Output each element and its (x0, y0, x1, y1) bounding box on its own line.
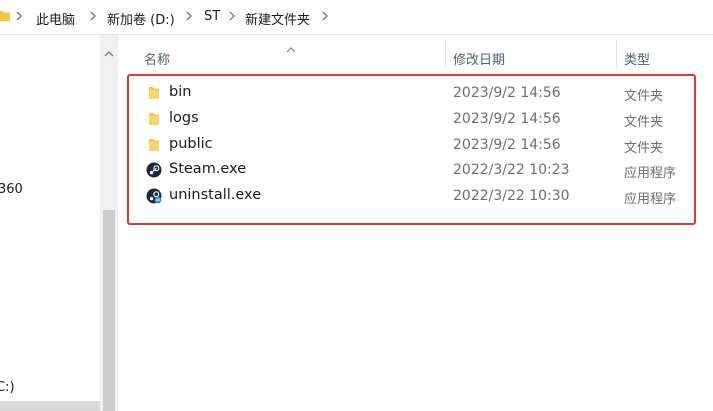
column-header-date-label: 修改日期 (453, 53, 506, 68)
file-date: 2022/3/22 10:30 (453, 188, 570, 204)
column-header-type-label: 类型 (624, 53, 651, 68)
nav-item-360[interactable]: 360 (0, 182, 23, 197)
file-type: 应用程序 (624, 166, 677, 181)
file-explorer-window: 此电脑 新加卷 (D:) ST 新建文件夹 360 C:) 名称 修改日期 类型… (0, 0, 713, 411)
scroll-up-arrow-icon[interactable] (104, 43, 114, 57)
file-type: 文件夹 (624, 89, 664, 104)
file-name: logs (169, 110, 199, 126)
column-header-name-label: 名称 (144, 53, 171, 68)
column-header-name[interactable]: 名称 (118, 35, 445, 75)
file-name: public (169, 136, 213, 152)
file-type: 文件夹 (624, 115, 664, 130)
file-row[interactable]: public 2023/9/2 14:56 文件夹 (140, 132, 700, 158)
column-header-type[interactable]: 类型 (617, 35, 713, 75)
folder-icon (0, 10, 10, 21)
nav-item-drive-c[interactable]: C:) (0, 380, 15, 395)
folder-icon (146, 85, 162, 101)
breadcrumb-this-pc[interactable]: 此电脑 (36, 9, 75, 28)
nav-selected-strip[interactable] (0, 401, 100, 411)
file-type: 应用程序 (624, 192, 677, 207)
nav-scrollbar-thumb[interactable] (103, 210, 115, 411)
breadcrumb-new-folder[interactable]: 新建文件夹 (245, 9, 310, 28)
steam-icon (146, 162, 162, 178)
breadcrumb: 此电脑 新加卷 (D:) ST 新建文件夹 (0, 0, 713, 34)
file-date: 2023/9/2 14:56 (453, 137, 561, 153)
file-name: uninstall.exe (169, 187, 262, 203)
file-date: 2022/3/22 10:23 (453, 162, 570, 178)
breadcrumb-st[interactable]: ST (204, 9, 220, 24)
file-row[interactable]: bin 2023/9/2 14:56 文件夹 (140, 80, 700, 106)
file-name: Steam.exe (169, 161, 247, 177)
chevron-right-icon[interactable] (88, 9, 98, 23)
folder-icon (146, 137, 162, 153)
file-name: bin (169, 84, 192, 100)
file-type: 文件夹 (624, 141, 664, 156)
file-row[interactable]: uninstall.exe 2022/3/22 10:30 应用程序 (140, 183, 700, 209)
chevron-right-icon[interactable] (184, 9, 194, 23)
chevron-right-icon[interactable] (14, 9, 24, 23)
file-date: 2023/9/2 14:56 (453, 111, 561, 127)
chevron-right-icon[interactable] (320, 9, 330, 23)
file-date: 2023/9/2 14:56 (453, 85, 561, 101)
chevron-right-icon[interactable] (227, 9, 237, 23)
navigation-pane: 360 C:) (0, 35, 100, 411)
sort-ascending-icon (286, 38, 296, 53)
column-header-date[interactable]: 修改日期 (446, 35, 616, 75)
folder-icon (146, 111, 162, 127)
uninstall-steam-icon (146, 188, 162, 204)
file-row[interactable]: Steam.exe 2022/3/22 10:23 应用程序 (140, 157, 700, 183)
file-row[interactable]: logs 2023/9/2 14:56 文件夹 (140, 106, 700, 132)
breadcrumb-drive-d[interactable]: 新加卷 (D:) (107, 9, 175, 28)
